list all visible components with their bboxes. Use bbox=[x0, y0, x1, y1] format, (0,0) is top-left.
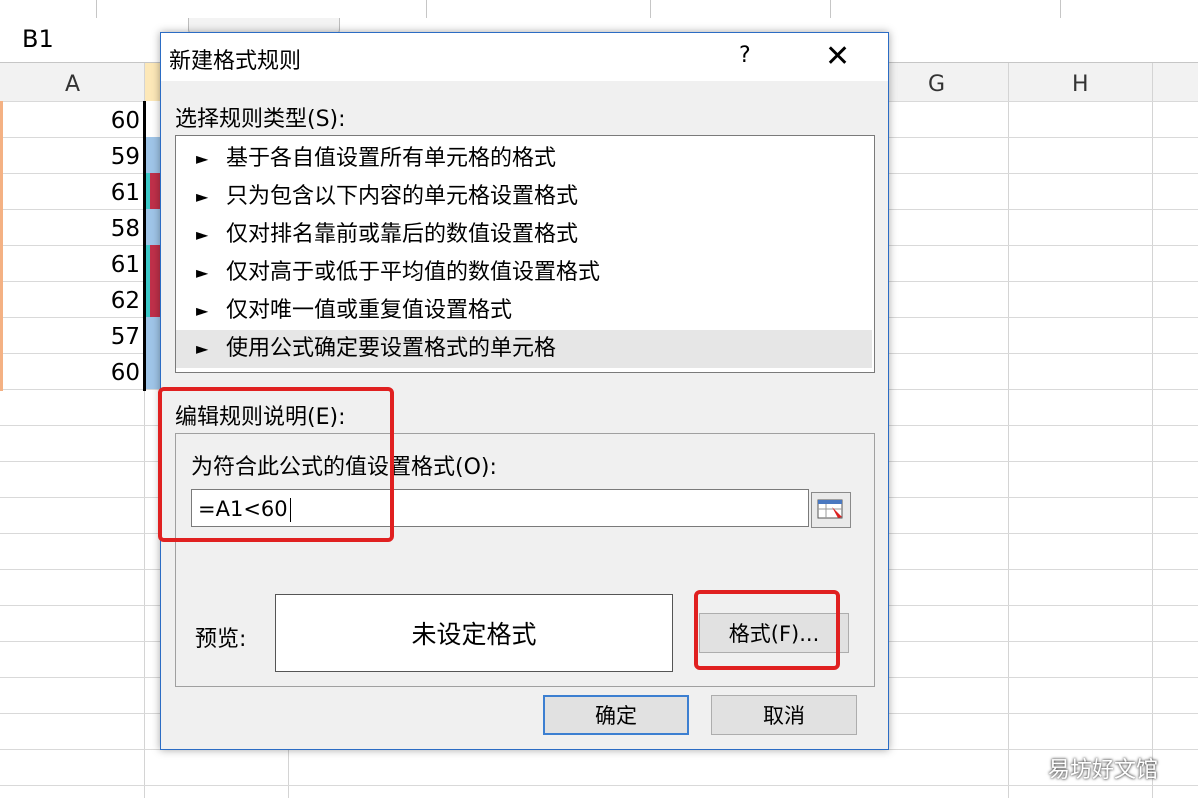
cell-a3[interactable]: 61 bbox=[100, 180, 140, 206]
arrow-right-icon: ► bbox=[196, 301, 209, 320]
rule-type-list[interactable]: ► 基于各自值设置所有单元格的格式 ► 只为包含以下内容的单元格设置格式 ► 仅… bbox=[175, 135, 875, 373]
cell-a8[interactable]: 60 bbox=[100, 360, 140, 386]
arrow-right-icon: ► bbox=[196, 225, 209, 244]
format-preview: 未设定格式 bbox=[275, 594, 673, 672]
cell-a2[interactable]: 59 bbox=[100, 144, 140, 170]
rule-type-item[interactable]: ► 只为包含以下内容的单元格设置格式 bbox=[176, 178, 872, 216]
arrow-right-icon: ► bbox=[196, 263, 209, 282]
ok-button[interactable]: 确定 bbox=[543, 695, 689, 735]
rule-type-item[interactable]: ► 基于各自值设置所有单元格的格式 bbox=[176, 140, 872, 178]
column-header-a[interactable]: A bbox=[65, 72, 80, 97]
close-icon[interactable]: ✕ bbox=[825, 39, 850, 74]
cell-a4[interactable]: 58 bbox=[100, 216, 140, 242]
arrow-right-icon: ► bbox=[196, 149, 209, 168]
cancel-button[interactable]: 取消 bbox=[711, 695, 857, 735]
name-box[interactable]: B1 bbox=[22, 25, 54, 53]
arrow-right-icon: ► bbox=[196, 187, 209, 206]
arrow-right-icon: ► bbox=[196, 339, 209, 358]
row-header-highlight bbox=[0, 101, 3, 391]
cell-a7[interactable]: 57 bbox=[100, 324, 140, 350]
preview-label: 预览: bbox=[195, 627, 247, 652]
annotation-highlight-formula bbox=[158, 387, 394, 542]
range-select-icon[interactable] bbox=[811, 492, 851, 528]
column-header-g[interactable]: G bbox=[928, 72, 945, 97]
rule-type-label: 选择规则类型(S): bbox=[175, 107, 346, 132]
cell-a5[interactable]: 61 bbox=[100, 252, 140, 278]
dialog-title: 新建格式规则 bbox=[169, 49, 302, 74]
dialog-titlebar: 新建格式规则 ? ✕ bbox=[161, 33, 888, 81]
column-header-h[interactable]: H bbox=[1072, 72, 1089, 97]
watermark: 易坊好文馆 bbox=[1048, 758, 1159, 783]
annotation-highlight-format bbox=[694, 590, 840, 670]
help-icon[interactable]: ? bbox=[739, 43, 751, 68]
rule-type-item-selected[interactable]: ► 使用公式确定要设置格式的单元格 bbox=[176, 330, 872, 368]
ribbon-edge bbox=[0, 0, 1198, 19]
cell-a6[interactable]: 62 bbox=[100, 288, 140, 314]
selection-border bbox=[143, 101, 146, 391]
rule-type-item[interactable]: ► 仅对唯一值或重复值设置格式 bbox=[176, 292, 872, 330]
cell-a1[interactable]: 60 bbox=[100, 108, 140, 134]
rule-type-item[interactable]: ► 仅对高于或低于平均值的数值设置格式 bbox=[176, 254, 872, 292]
rule-type-item[interactable]: ► 仅对排名靠前或靠后的数值设置格式 bbox=[176, 216, 872, 254]
